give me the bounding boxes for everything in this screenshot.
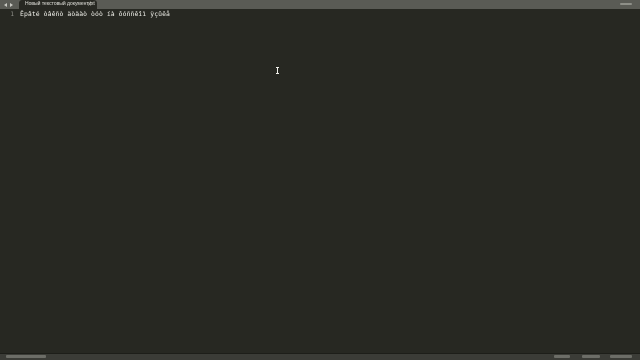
- tab-active-document[interactable]: Новый текстовый документ.txt ×: [19, 0, 97, 9]
- tab-bar: Новый текстовый документ.txt ×: [0, 0, 640, 9]
- line-gutter: 1: [0, 9, 18, 354]
- arrow-right-icon[interactable]: [10, 2, 13, 7]
- code-line[interactable]: Ëpâté òâêñò äòäàò òóò íà ôóññêîì ÿçûêå: [20, 11, 170, 18]
- tab-navigation: [4, 0, 13, 9]
- status-indicator[interactable]: [582, 355, 600, 358]
- menu-icon[interactable]: [620, 3, 632, 5]
- text-editor[interactable]: 1 Ëpâté òâêñò äòäàò òóò íà ôóññêîì ÿçûêå: [0, 9, 640, 354]
- close-icon[interactable]: ×: [87, 0, 92, 9]
- line-number: 1: [10, 11, 14, 18]
- status-indicator[interactable]: [610, 355, 632, 358]
- status-bar: [0, 353, 640, 360]
- tab-title: Новый текстовый документ.txt: [25, 1, 95, 7]
- text-cursor-icon: [276, 67, 279, 74]
- status-indicator[interactable]: [554, 355, 570, 358]
- status-left: [6, 355, 46, 358]
- arrow-left-icon[interactable]: [4, 2, 7, 7]
- editor-window: Новый текстовый документ.txt × 1 Ëpâté ò…: [0, 0, 640, 360]
